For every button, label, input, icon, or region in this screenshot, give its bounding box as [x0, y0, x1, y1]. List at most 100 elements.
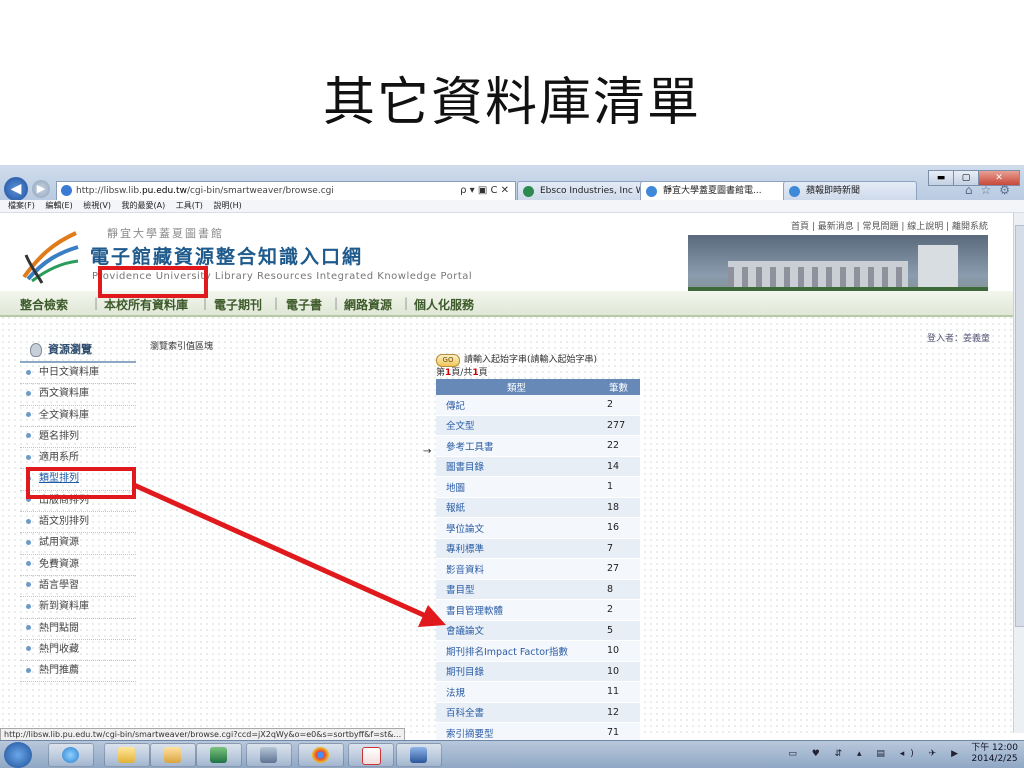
- sidebar-item[interactable]: 語文別排列: [20, 512, 136, 534]
- tab-ebsco[interactable]: Ebsco Industries, Inc We...: [517, 181, 659, 201]
- bullet-icon: [26, 390, 31, 396]
- forward-arrow-icon[interactable]: ▶: [32, 180, 50, 198]
- table-row: 地圖 1: [436, 476, 640, 498]
- top-links[interactable]: 首頁 | 最新消息 | 常見問題 | 線上說明 | 離開系統: [791, 219, 988, 232]
- nav-ejournals[interactable]: 電子期刊: [214, 296, 262, 313]
- menu-file[interactable]: 檔案(F): [8, 201, 35, 210]
- nav-integrated-search[interactable]: 整合檢索: [20, 296, 68, 313]
- minimize-icon[interactable]: ▬: [928, 170, 954, 186]
- sidebar-item[interactable]: 熱門收藏: [20, 640, 136, 662]
- menu-help[interactable]: 說明(H): [213, 201, 241, 210]
- bullet-icon: [26, 603, 31, 609]
- category-link[interactable]: 參考工具書: [436, 435, 597, 457]
- sidebar-item-label: 熱門推薦: [39, 665, 79, 677]
- sidebar-item-label: 西文資料庫: [39, 388, 89, 400]
- bullet-icon: [26, 454, 31, 460]
- category-link[interactable]: 期刊排名Impact Factor指數: [436, 640, 597, 662]
- sidebar-item[interactable]: 題名排列: [20, 427, 136, 449]
- taskbar-explorer-icon[interactable]: [104, 743, 150, 767]
- category-link[interactable]: 影音資料: [436, 558, 597, 580]
- bullet-icon: [26, 369, 31, 375]
- sidebar-item-label: 免費資源: [39, 558, 79, 570]
- sidebar-item[interactable]: 語言學習: [20, 576, 136, 598]
- category-count: 277: [597, 415, 640, 436]
- windows-start-icon[interactable]: [4, 742, 32, 768]
- category-link[interactable]: 百科全書: [436, 702, 597, 723]
- category-link[interactable]: 學位論文: [436, 517, 597, 539]
- system-tray-icons[interactable]: ▭ ♥ ⇵ ▴ ▤ ◂) ✈ ▶: [788, 749, 964, 759]
- category-link[interactable]: 書目管理軟體: [436, 599, 597, 621]
- ie-page-icon: [61, 185, 72, 196]
- address-tools-icon[interactable]: ρ ▾ ▣ C ✕: [460, 182, 509, 200]
- home-favorites-settings-icons[interactable]: ⌂☆⚙: [965, 183, 1018, 197]
- sidebar-item[interactable]: 免費資源: [20, 555, 136, 576]
- browser-toolbar: ◀ ▶ http://libsw.lib.pu.edu.tw/cgi-bin/s…: [0, 165, 1024, 201]
- sidebar-item[interactable]: 熱門推薦: [20, 661, 136, 683]
- browse-index-label: 瀏覽索引值區塊: [150, 342, 214, 352]
- category-link[interactable]: 圖書目錄: [436, 456, 597, 477]
- category-count: 5: [597, 620, 640, 641]
- category-link[interactable]: 會議論文: [436, 620, 597, 641]
- taskbar-ie-icon[interactable]: [48, 743, 94, 767]
- category-link[interactable]: 法規: [436, 681, 597, 703]
- vertical-scrollbar[interactable]: [1013, 213, 1024, 733]
- tab-library[interactable]: 靜宜大學蓋夏圖書館電... ✕: [640, 181, 804, 201]
- nav-personal-services[interactable]: 個人化服務: [414, 296, 474, 313]
- bullet-icon: [26, 518, 31, 524]
- nav-ebooks[interactable]: 電子書: [286, 296, 322, 313]
- table-row: 圖書目錄 14: [436, 456, 640, 477]
- page-info: 第1頁/共1頁: [436, 368, 488, 378]
- highlight-type-sort: [26, 467, 136, 499]
- taskbar-word-icon[interactable]: [396, 743, 442, 767]
- menu-tools[interactable]: 工具(T): [176, 201, 203, 210]
- sidebar-item[interactable]: 中日文資料庫: [20, 363, 136, 385]
- taskbar-app-icon[interactable]: [246, 743, 292, 767]
- category-link[interactable]: 期刊目錄: [436, 661, 597, 682]
- table-row: 期刊目錄 10: [436, 661, 640, 682]
- sidebar-item-label: 新到資料庫: [39, 601, 89, 613]
- go-button[interactable]: GO: [436, 354, 460, 367]
- globe-icon: [523, 186, 534, 197]
- menu-view[interactable]: 檢視(V): [83, 201, 111, 210]
- sidebar-item[interactable]: 試用資源: [20, 533, 136, 555]
- table-row: 百科全書 12: [436, 702, 640, 723]
- sidebar-item[interactable]: 新到資料庫: [20, 597, 136, 619]
- bullet-icon: [26, 667, 31, 673]
- menu-bar: 檔案(F) 編輯(E) 檢視(V) 我的最愛(A) 工具(T) 說明(H): [0, 200, 1024, 213]
- address-bar[interactable]: http://libsw.lib.pu.edu.tw/cgi-bin/smart…: [56, 181, 516, 201]
- category-link[interactable]: 報紙: [436, 497, 597, 518]
- category-link[interactable]: 專利標準: [436, 538, 597, 559]
- menu-favorites[interactable]: 我的最愛(A): [122, 201, 166, 210]
- sidebar-item-label: 中日文資料庫: [39, 367, 99, 378]
- category-link[interactable]: 全文型: [436, 415, 597, 436]
- sidebar: 資源瀏覽 中日文資料庫 西文資料庫 全文資料庫 題名排列 適用系所 類型排列 出版商排列 語文…: [20, 339, 136, 683]
- sidebar-item-label: 熱門收藏: [39, 643, 79, 655]
- url-path: /cgi-bin/smartweaver/browse.cgi: [186, 186, 334, 196]
- taskbar-chrome-icon[interactable]: [298, 743, 344, 767]
- category-count: 22: [597, 435, 640, 457]
- category-count: 8: [597, 579, 640, 600]
- sidebar-item[interactable]: 全文資料庫: [20, 406, 136, 427]
- tab-news[interactable]: 蘋報即時新聞: [783, 181, 917, 201]
- nav-all-databases[interactable]: 本校所有資料庫: [104, 296, 188, 313]
- category-count: 10: [597, 640, 640, 662]
- category-link[interactable]: 地圖: [436, 476, 597, 498]
- slide-title: 其它資料庫清單: [322, 73, 701, 133]
- start-string-prompt[interactable]: 請輸入起始字串(請輸入起始字串): [464, 355, 597, 365]
- menu-edit[interactable]: 編輯(E): [45, 201, 72, 210]
- category-link[interactable]: 傳記: [436, 395, 597, 416]
- taskbar-excel-icon[interactable]: [196, 743, 242, 767]
- nav-web-resources[interactable]: 網路資源: [344, 296, 392, 313]
- sidebar-item-label: 適用系所: [39, 452, 79, 464]
- sidebar-item[interactable]: 熱門點閱: [20, 619, 136, 640]
- sidebar-item[interactable]: 西文資料庫: [20, 384, 136, 406]
- category-count: 12: [597, 702, 640, 723]
- table-row: 書目管理軟體 2: [436, 599, 640, 621]
- taskbar-pdf-icon[interactable]: [348, 743, 394, 767]
- taskbar-folder-icon[interactable]: [150, 743, 196, 767]
- category-link[interactable]: 書目型: [436, 579, 597, 600]
- table-row: 會議論文 5: [436, 620, 640, 641]
- category-count: 16: [597, 517, 640, 539]
- taskbar-clock[interactable]: 下午 12:00 2014/2/25: [971, 743, 1018, 765]
- back-arrow-icon[interactable]: ◀: [4, 177, 28, 201]
